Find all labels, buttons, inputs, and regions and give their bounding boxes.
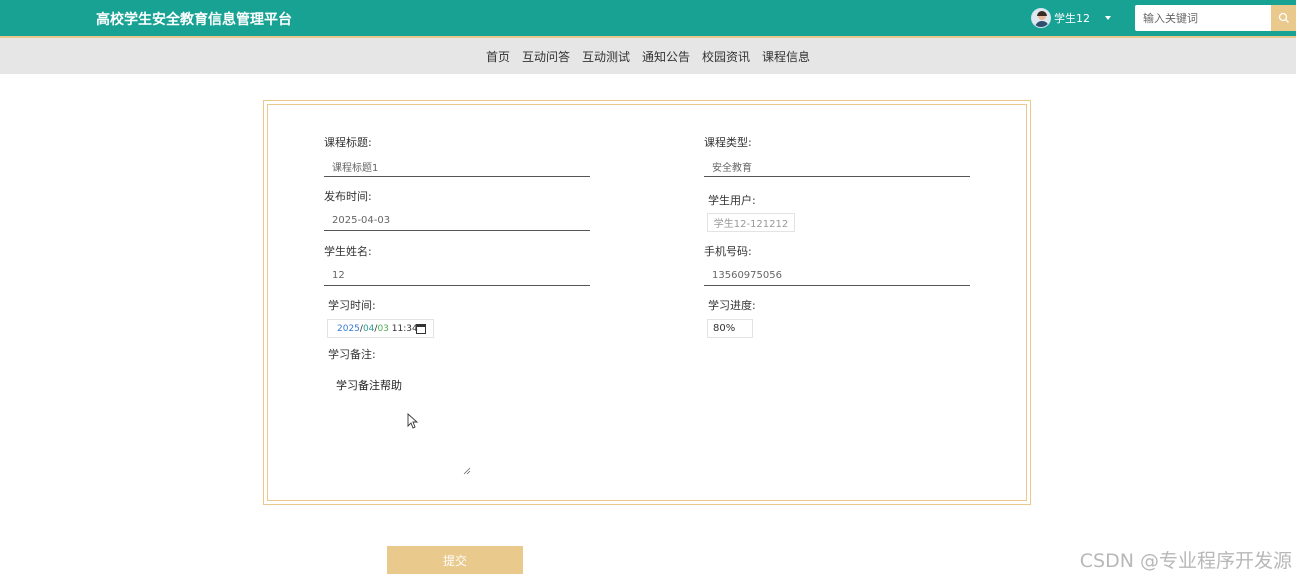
- course-title-label: 课程标题:: [324, 136, 372, 149]
- study-time-day: 03: [377, 323, 389, 334]
- username: 学生12: [1054, 12, 1090, 25]
- study-time-input[interactable]: 2025/04/03 11:34: [327, 319, 434, 338]
- study-time-month: 04: [362, 323, 375, 334]
- avatar: [1031, 8, 1051, 28]
- nav-item-news[interactable]: 校园资讯: [702, 48, 750, 65]
- nav-item-notice[interactable]: 通知公告: [642, 48, 690, 65]
- nav-item-test[interactable]: 互动测试: [582, 48, 630, 65]
- study-note-textarea[interactable]: 学习备注帮助: [328, 369, 473, 479]
- nav-item-home[interactable]: 首页: [486, 48, 510, 65]
- study-progress-input[interactable]: 80%: [707, 319, 753, 338]
- study-note-label: 学习备注:: [328, 348, 376, 361]
- top-header-bar: 高校学生安全教育信息管理平台 学生12: [0, 0, 1296, 36]
- publish-time-label: 发布时间:: [324, 190, 372, 203]
- publish-time-input[interactable]: [324, 211, 590, 231]
- watermark: CSDN @专业程序开发源: [1079, 550, 1292, 572]
- site-title: 高校学生安全教育信息管理平台: [96, 12, 292, 28]
- chevron-down-icon[interactable]: [1105, 16, 1111, 20]
- course-title-input[interactable]: [324, 157, 590, 177]
- phone-label: 手机号码:: [704, 245, 752, 258]
- nav-item-qa[interactable]: 互动问答: [522, 48, 570, 65]
- student-user-label: 学生用户:: [708, 194, 756, 207]
- search-button[interactable]: [1271, 5, 1296, 31]
- phone-input[interactable]: [704, 266, 970, 286]
- study-time-clock: 11:34: [391, 323, 418, 334]
- study-time-label: 学习时间:: [328, 299, 376, 312]
- course-type-label: 课程类型:: [704, 136, 752, 149]
- resize-grip-icon[interactable]: [463, 467, 471, 475]
- calendar-icon[interactable]: [416, 324, 426, 334]
- study-time-year: 2025: [337, 323, 360, 334]
- student-name-input[interactable]: [324, 266, 590, 286]
- course-type-input[interactable]: [704, 157, 970, 177]
- student-user-input[interactable]: [707, 213, 795, 232]
- search-input[interactable]: [1135, 5, 1271, 31]
- submit-button[interactable]: 提交: [387, 546, 523, 574]
- main-nav: 首页 互动问答 互动测试 通知公告 校园资讯 课程信息: [0, 38, 1296, 74]
- search-icon: [1278, 12, 1289, 23]
- student-name-label: 学生姓名:: [324, 245, 372, 258]
- nav-item-courses[interactable]: 课程信息: [762, 48, 810, 65]
- user-menu[interactable]: 学生12: [1031, 7, 1111, 29]
- mouse-cursor-icon: [407, 413, 419, 429]
- study-progress-label: 学习进度:: [708, 299, 756, 312]
